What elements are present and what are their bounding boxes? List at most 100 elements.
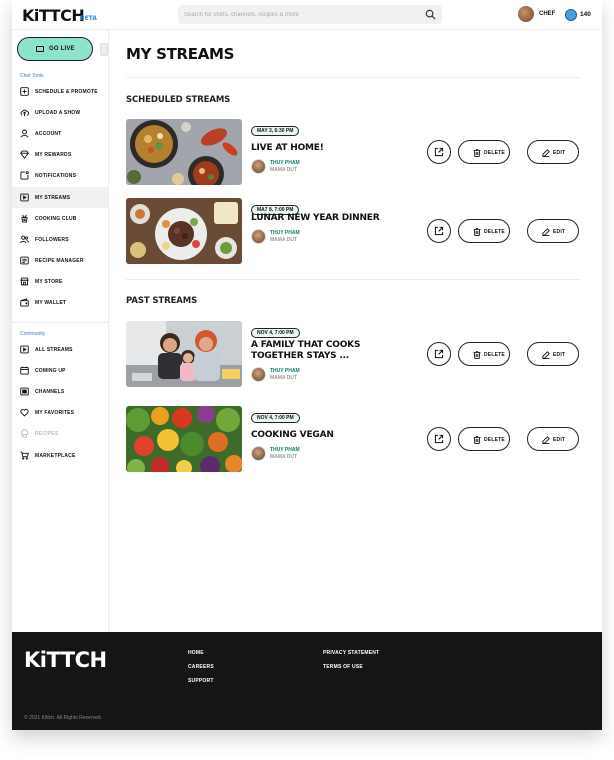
sidebar: GO LIVE Chef Tools SCHEDULE & PROMOTE UP… <box>12 30 109 632</box>
delete-label: DELETE <box>484 352 505 358</box>
delete-button[interactable]: DELETE <box>458 219 510 243</box>
play-square-icon <box>20 345 29 354</box>
share-button[interactable] <box>427 219 451 243</box>
sidebar-item-recipe-manager[interactable]: RECIPE MANAGER <box>12 250 108 271</box>
edit-button[interactable]: EDIT <box>527 219 579 243</box>
play-square-icon <box>20 193 29 202</box>
sidebar-item-cooking-club[interactable]: COOKING CLUB <box>12 208 108 229</box>
heart-icon <box>20 408 29 417</box>
footer-link-terms[interactable]: TERMS OF USE <box>323 664 363 670</box>
delete-label: DELETE <box>484 229 505 235</box>
host-avatar <box>251 367 266 382</box>
host-channel: MAMA DUT <box>270 375 298 381</box>
sidebar-item-my-rewards[interactable]: MY REWARDS <box>12 144 108 165</box>
share-button[interactable] <box>427 427 451 451</box>
followers-icon <box>20 235 29 244</box>
sidebar-item-recipes[interactable]: RECIPES <box>12 423 108 444</box>
sidebar-item-schedule-promote[interactable]: SCHEDULE & PROMOTE <box>12 81 108 102</box>
edit-label: EDIT <box>553 150 566 156</box>
stream-date-badge: NOV 4, 7:00 PM <box>251 413 300 423</box>
host-channel: MAMA DUT <box>270 167 298 173</box>
share-button[interactable] <box>427 140 451 164</box>
edit-button[interactable]: EDIT <box>527 342 579 366</box>
delete-label: DELETE <box>484 437 505 443</box>
sidebar-item-label: MY STORE <box>35 279 63 285</box>
trash-icon <box>473 228 481 236</box>
footer-link-home[interactable]: HOME <box>188 650 204 656</box>
scheduled-section-title: SCHEDULED STREAMS <box>126 95 231 105</box>
sidebar-item-notifications[interactable]: NOTIFICATIONS <box>12 165 108 186</box>
host-name: THUY PHAM <box>270 230 300 236</box>
footer-link-support[interactable]: SUPPORT <box>188 678 214 684</box>
host-avatar <box>251 159 266 174</box>
go-live-button[interactable]: GO LIVE <box>17 37 93 61</box>
footer: KiTTCH HOME CAREERS SUPPORT PRIVACY STAT… <box>12 632 602 730</box>
search-bar[interactable] <box>178 5 442 24</box>
share-button[interactable] <box>427 342 451 366</box>
edit-button[interactable]: EDIT <box>527 140 579 164</box>
sidebar-item-label: CHANNELS <box>35 389 65 395</box>
sidebar-item-my-favorites[interactable]: MY FAVORITES <box>12 402 108 423</box>
main-content: MY STREAMS SCHEDULED STREAMS MAY 3, 6:30… <box>109 30 602 632</box>
kittch-logo[interactable]: KiTTCH BETA <box>22 6 97 25</box>
page-title: MY STREAMS <box>126 45 235 63</box>
sidebar-item-my-streams[interactable]: MY STREAMS <box>12 187 108 208</box>
stream-title[interactable]: COOKING VEGAN <box>251 430 401 441</box>
camera-icon <box>36 46 44 52</box>
host-channel: MAMA DUT <box>270 237 298 243</box>
sidebar-item-label: ACCOUNT <box>35 131 62 137</box>
edit-button[interactable]: EDIT <box>527 427 579 451</box>
collapse-sidebar-button[interactable] <box>100 43 108 56</box>
wallet-icon <box>20 298 29 307</box>
upload-cloud-icon <box>20 109 29 117</box>
stream-thumbnail[interactable] <box>126 198 242 264</box>
search-icon[interactable] <box>425 9 436 20</box>
external-link-icon <box>434 226 444 236</box>
stream-card: NOV 4, 7:00 PM COOKING VEGAN THUY PHAM M… <box>126 406 580 472</box>
app-window: KiTTCH BETA CHEF 140 GO LIVE Chef Tools … <box>12 0 602 730</box>
recipe-icon <box>20 256 29 265</box>
sidebar-item-account[interactable]: ACCOUNT <box>12 123 108 144</box>
delete-button[interactable]: DELETE <box>458 427 510 451</box>
sidebar-item-label: UPLOAD A SHOW <box>35 110 81 116</box>
search-input[interactable] <box>184 8 414 21</box>
stream-title[interactable]: LUNAR NEW YEAR DINNER <box>251 213 401 224</box>
sidebar-item-my-wallet[interactable]: MY WALLET <box>12 292 108 313</box>
sidebar-item-all-streams[interactable]: ALL STREAMS <box>12 339 108 360</box>
sidebar-item-marketplace[interactable]: MARKETPLACE <box>12 445 108 466</box>
external-link-icon <box>434 349 444 359</box>
footer-logo[interactable]: KiTTCH <box>24 648 107 672</box>
stream-thumbnail[interactable] <box>126 321 242 387</box>
edit-label: EDIT <box>553 229 566 235</box>
trash-icon <box>473 436 481 444</box>
sidebar-item-coming-up[interactable]: COMING UP <box>12 360 108 381</box>
sidebar-item-label: RECIPES <box>35 431 59 437</box>
stream-card: MA7 8, 7:00 PM LUNAR NEW YEAR DINNER THU… <box>126 198 580 264</box>
delete-button[interactable]: DELETE <box>458 140 510 164</box>
edit-label: EDIT <box>553 437 566 443</box>
plus-square-icon <box>20 87 29 96</box>
stream-thumbnail[interactable] <box>126 119 242 185</box>
sidebar-item-upload-show[interactable]: UPLOAD A SHOW <box>12 102 108 123</box>
logo-text: KiTTCH <box>22 6 85 25</box>
sidebar-item-label: MY FAVORITES <box>35 410 75 416</box>
sidebar-item-followers[interactable]: FOLLOWERS <box>12 229 108 250</box>
avatar[interactable] <box>518 6 534 22</box>
stream-date-badge: MAY 3, 6:30 PM <box>251 126 300 136</box>
footer-link-privacy[interactable]: PRIVACY STATEMENT <box>323 650 379 656</box>
stream-title[interactable]: LIVE AT HOME! <box>251 143 401 154</box>
cart-icon <box>20 451 29 460</box>
community-label: Community <box>20 331 46 337</box>
delete-button[interactable]: DELETE <box>458 342 510 366</box>
sidebar-item-channels[interactable]: CHANNELS <box>12 381 108 402</box>
stream-title[interactable]: A FAMILY THAT COOKS TOGETHER STAYS ... <box>251 340 401 362</box>
stream-thumbnail[interactable] <box>126 406 242 472</box>
pencil-icon <box>542 436 550 444</box>
host-avatar <box>251 446 266 461</box>
sidebar-item-my-store[interactable]: MY STORE <box>12 271 108 292</box>
sidebar-item-label: MARKETPLACE <box>35 453 76 459</box>
external-link-icon <box>434 147 444 157</box>
footer-link-careers[interactable]: CAREERS <box>188 664 214 670</box>
club-icon <box>21 214 28 223</box>
past-section-title: PAST STREAMS <box>126 296 198 306</box>
